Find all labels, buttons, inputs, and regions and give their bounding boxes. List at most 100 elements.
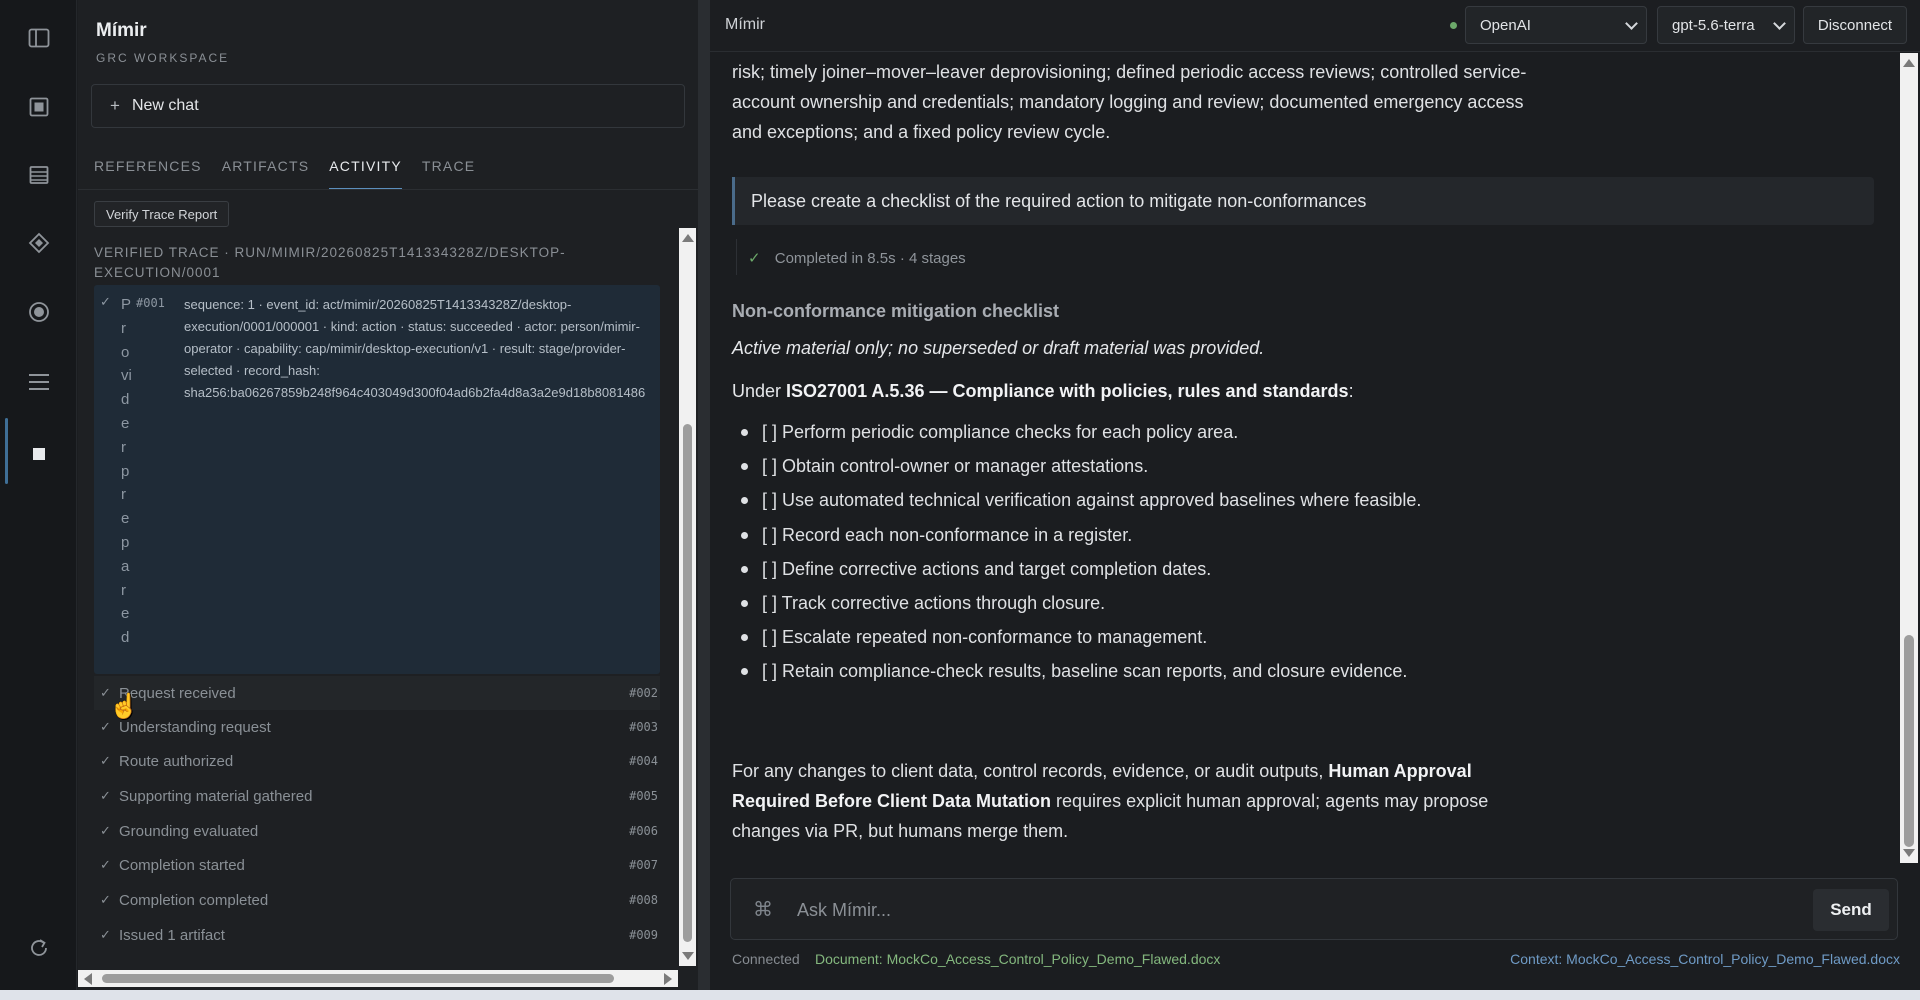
panel-toggle-icon[interactable] [23,22,55,54]
scroll-up-arrow-icon[interactable] [1903,59,1915,67]
trace-event-label: Request received [119,684,236,702]
control-reference-suffix: : [1348,381,1354,401]
trace-event-label: Issued 1 artifact [119,926,225,944]
chevron-down-icon [1773,17,1786,30]
sidebar-tabs: REFERENCES ARTIFACTS ACTIVITY TRACE [94,146,495,190]
disconnect-button[interactable]: Disconnect [1803,6,1907,44]
tab-activity[interactable]: ACTIVITY [329,146,402,190]
trace-event-label: Completion completed [119,891,269,909]
sidebar: Mímir GRC WORKSPACE + New chat REFERENCE… [78,0,698,990]
scroll-right-arrow-icon[interactable] [664,973,672,985]
trace-list: VERIFIED TRACE · RUN/MIMIR/20260825T1413… [78,228,682,966]
composer: ⌘ Send [730,878,1898,940]
tab-artifacts[interactable]: ARTIFACTS [222,146,310,190]
new-chat-button[interactable]: + New chat [91,84,685,128]
check-icon: ✓ [100,823,111,838]
document-icon[interactable] [23,91,55,123]
scrollbar-thumb[interactable] [1904,635,1914,847]
scroll-down-arrow-icon[interactable] [682,952,694,960]
send-button[interactable]: Send [1813,889,1889,931]
trace-event-row[interactable]: ✓ Grounding evaluated #006 [94,814,660,848]
tab-trace[interactable]: TRACE [422,146,475,190]
scroll-down-arrow-icon[interactable] [1903,849,1915,857]
checklist-item: [ ] Obtain control-owner or manager atte… [732,451,1632,485]
trace-event-number: #009 [629,928,658,942]
trace-header: VERIFIED TRACE · RUN/MIMIR/20260825T1413… [94,245,566,280]
assistant-message-text: risk; timely joiner–mover–leaver deprovi… [732,62,1527,142]
trace-event-label: Route authorized [119,752,234,770]
checklist-item: [ ] Define corrective actions and target… [732,554,1632,588]
check-icon: ✓ [100,294,111,309]
chat-vertical-scrollbar[interactable] [1900,53,1918,863]
command-icon[interactable]: ⌘ [753,897,773,922]
trace-event-details: sequence: 1 · event_id: act/mimir/202608… [184,297,646,400]
scrollbar-thumb[interactable] [683,424,692,942]
check-icon: ✓ [100,753,111,768]
chevron-down-icon [1625,17,1638,30]
trace-event-number: #007 [629,858,658,872]
control-reference-prefix: Under [732,381,787,401]
check-icon: ✓ [100,857,111,872]
trace-event-number: #003 [629,720,658,734]
trace-event-number: #004 [629,754,658,768]
checklist-item: [ ] Perform periodic compliance checks f… [732,417,1632,451]
chat-title: Mímir [725,16,765,33]
trace-event-label: Supporting material gathered [119,787,313,805]
trace-event-expanded[interactable]: ✓ Provider prepared #001 sequence: 1 · e… [94,285,660,674]
trace-vertical-scrollbar[interactable] [679,228,696,966]
panel-resize-handle[interactable] [698,0,710,990]
provider-select[interactable]: OpenAI [1465,6,1647,44]
trace-event-row[interactable]: ✓ Completion started #007 [94,848,660,882]
trace-horizontal-scrollbar[interactable] [78,970,678,987]
user-message: Please create a checklist of the require… [732,177,1874,225]
trace-event-row[interactable]: ✓ Route authorized #004 [94,744,660,778]
trace-event-number: #002 [629,686,658,700]
chat-panel: Mímir OpenAI gpt-5.6-terra Disconnect ri… [710,0,1920,990]
trace-event-number: #006 [629,824,658,838]
trace-event-row[interactable]: ✓ Supporting material gathered #005 [94,779,660,813]
tab-references[interactable]: REFERENCES [94,146,202,190]
trace-event-row[interactable]: ✓ Request received #002 [94,676,660,710]
check-icon: ✓ [100,788,111,803]
workspace-label: GRC WORKSPACE [96,51,230,65]
active-indicator [5,418,8,484]
model-select[interactable]: gpt-5.6-terra [1657,6,1795,44]
completion-status[interactable]: ✓ Completed in 8.5s · 4 stages [748,249,966,267]
check-icon: ✓ [100,892,111,907]
taskbar-strip [0,990,1920,1000]
status-footer: Connected Document: MockCo_Access_Contro… [732,951,1900,971]
trace-event-label: Grounding evaluated [119,822,259,840]
tabs-divider [78,189,698,190]
target-icon[interactable] [23,296,55,328]
icon-rail [0,0,77,990]
check-icon: ✓ [748,250,761,267]
response-heading: Non-conformance mitigation checklist [732,301,1060,321]
menu-icon[interactable] [23,366,55,398]
completion-status-text: Completed in 8.5s · 4 stages [774,250,966,267]
diamond-icon[interactable] [23,227,55,259]
scroll-left-arrow-icon[interactable] [84,973,92,985]
trace-icon[interactable] [23,438,55,470]
checklist-item: [ ] Record each non-conformance in a reg… [732,520,1632,554]
checklist-item: [ ] Track corrective actions through clo… [732,588,1632,622]
list-icon[interactable] [23,159,55,191]
checklist: [ ] Perform periodic compliance checks f… [732,417,1632,691]
checklist-item: [ ] Use automated technical verification… [732,485,1632,519]
new-chat-label: New chat [131,97,199,114]
trace-event-label: Completion started [119,856,245,874]
approval-notice: For any changes to client data, control … [732,756,1552,846]
trace-event-row[interactable]: ✓ Completion completed #008 [94,883,660,917]
trace-event-row[interactable]: ✓ Understanding request #003 [94,710,660,744]
document-link[interactable]: Document: MockCo_Access_Control_Policy_D… [815,951,1220,967]
top-bar: Mímir OpenAI gpt-5.6-terra Disconnect [710,0,1920,52]
trace-event-number: #001 [136,296,165,310]
scroll-up-arrow-icon[interactable] [682,234,694,242]
verify-trace-report-button[interactable]: Verify Trace Report [94,201,230,227]
trace-event-row[interactable]: ✓ Issued 1 artifact #009 [94,918,660,952]
ask-input[interactable] [797,891,1697,929]
context-link[interactable]: Context: MockCo_Access_Control_Policy_De… [1510,951,1900,967]
checklist-item: [ ] Escalate repeated non-conformance to… [732,622,1632,656]
scrollbar-thumb[interactable] [102,974,614,983]
refresh-icon[interactable] [23,932,55,964]
plus-icon: + [110,96,120,115]
